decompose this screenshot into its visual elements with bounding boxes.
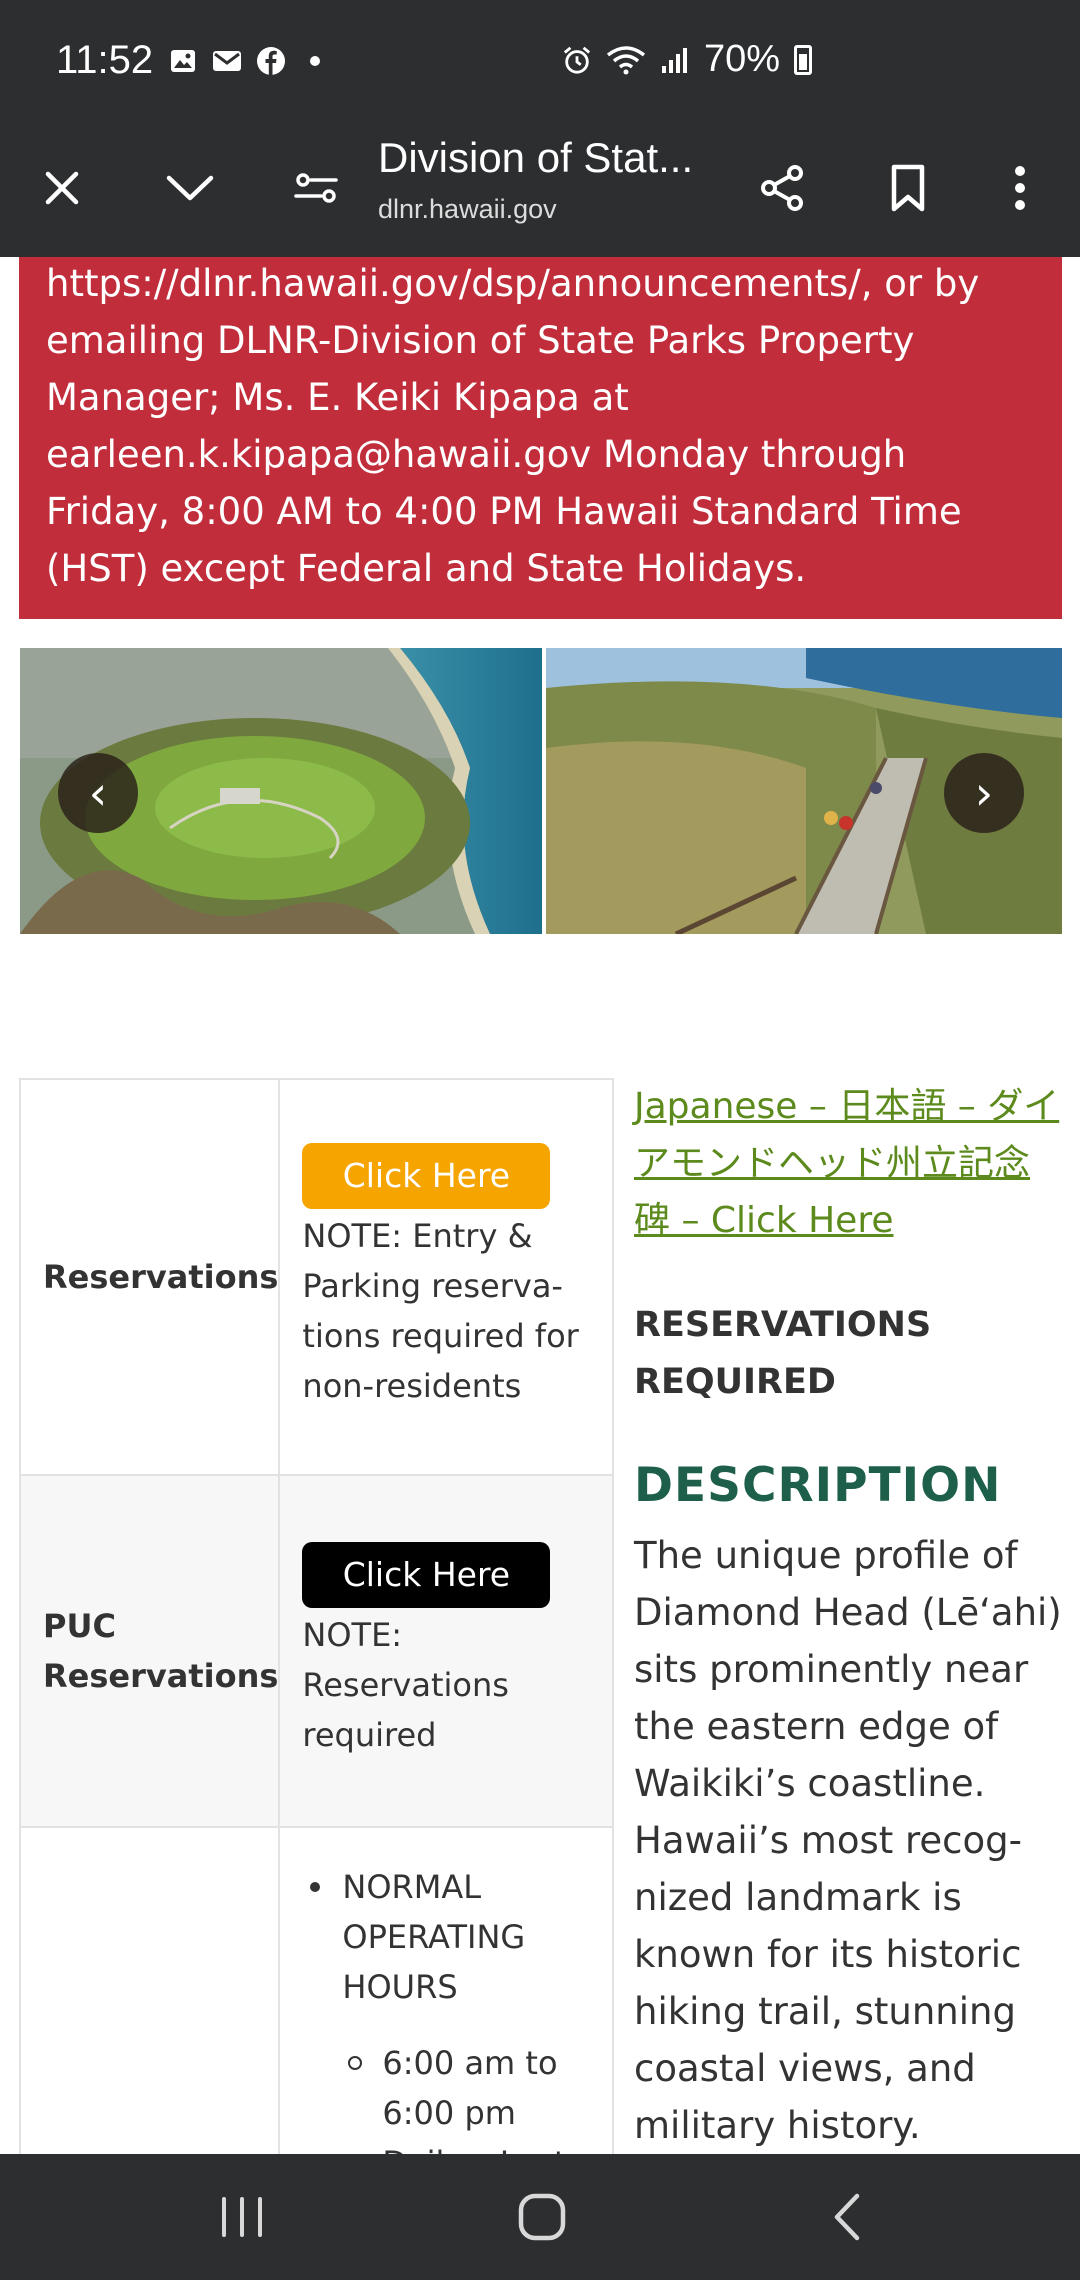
bookmark-icon (891, 164, 925, 212)
notification-icons (168, 46, 330, 76)
battery-percent: 70% (703, 38, 780, 80)
mail-icon (212, 46, 242, 76)
description-heading: DESCRIPTION (634, 1458, 1002, 1513)
battery-icon (794, 44, 812, 75)
facebook-icon (256, 46, 286, 76)
site-settings-button[interactable] (278, 150, 354, 226)
announcement-text: https://dlnr.hawaii.gov/dsp/announcement… (46, 262, 980, 590)
gallery-prev-button[interactable]: ‹ (58, 753, 138, 833)
minimize-button[interactable] (152, 150, 228, 226)
close-icon (45, 171, 79, 205)
bookmark-button[interactable] (870, 150, 946, 226)
recent-apps-button[interactable] (202, 2182, 282, 2252)
back-icon (834, 2193, 860, 2241)
table-label: Reservations (18, 1078, 281, 1476)
table-value: Click Here NOTE: Entry & Parking reserva… (278, 1078, 614, 1476)
home-button[interactable] (502, 2182, 582, 2252)
alarm-icon (562, 45, 592, 75)
browser-toolbar: Division of Stat... dlnr.hawaii.gov (0, 120, 1080, 257)
back-button[interactable] (806, 2182, 886, 2252)
page-url[interactable]: dlnr.hawaii.gov (378, 194, 557, 225)
signal-icon (660, 45, 690, 75)
puc-click-here-button[interactable]: Click Here (302, 1542, 551, 1608)
table-value: Click Here NOTE: Reservations required (278, 1474, 614, 1828)
status-time: 11:52 (56, 38, 154, 82)
gallery-next-button[interactable]: › (944, 753, 1024, 833)
tune-icon (294, 173, 338, 203)
recent-apps-icon (222, 2197, 262, 2237)
table-row-puc-reservations: PUC Reservations Click Here NOTE: Reserv… (18, 1474, 614, 1828)
table-label: PUC Reservations (18, 1474, 281, 1828)
description-column: Japanese – 日本語 – ダイアモンドヘッド州立記念碑 – Click … (634, 1078, 1064, 2211)
status-bar: 11:52 70% (0, 0, 1080, 120)
more-vert-icon (1015, 166, 1025, 210)
japanese-page-link[interactable]: Japanese – 日本語 – ダイアモンドヘッド州立記念碑 – Click … (634, 1078, 1064, 1249)
home-icon (518, 2193, 566, 2241)
share-button[interactable] (744, 150, 820, 226)
system-status: 70% (562, 38, 812, 81)
announcement-banner: https://dlnr.hawaii.gov/dsp/announcement… (19, 257, 1062, 619)
chevron-down-icon (166, 175, 214, 201)
park-info-table: Reservations Click Here NOTE: Entry & Pa… (18, 1078, 614, 2240)
reservations-required-heading: RESERVATIONS REQUIRED (634, 1305, 932, 1402)
share-icon (761, 165, 803, 211)
table-row-reservations: Reservations Click Here NOTE: Entry & Pa… (18, 1078, 614, 1476)
close-tab-button[interactable] (24, 150, 100, 226)
wifi-icon (606, 45, 646, 75)
image-gallery: ‹ › (20, 648, 1062, 934)
list-item: NORMAL OPERATING HOURS (302, 1862, 592, 2012)
description-text: The unique profile of Diamond Head (Lēʻa… (634, 1534, 1062, 2204)
more-menu-button[interactable] (982, 150, 1058, 226)
puc-note: NOTE: Reservations required (302, 1616, 509, 1754)
reservations-click-here-button[interactable]: Click Here (302, 1143, 551, 1209)
page-title[interactable]: Division of Stat... (378, 134, 718, 182)
image-icon (168, 46, 198, 76)
hours-heading: NORMAL OPERATING HOURS (342, 1868, 526, 2006)
reservations-note: NOTE: Entry & Parking reserva­tions requ… (302, 1217, 579, 1405)
system-navigation-bar (0, 2154, 1080, 2280)
dot-icon (300, 46, 330, 76)
